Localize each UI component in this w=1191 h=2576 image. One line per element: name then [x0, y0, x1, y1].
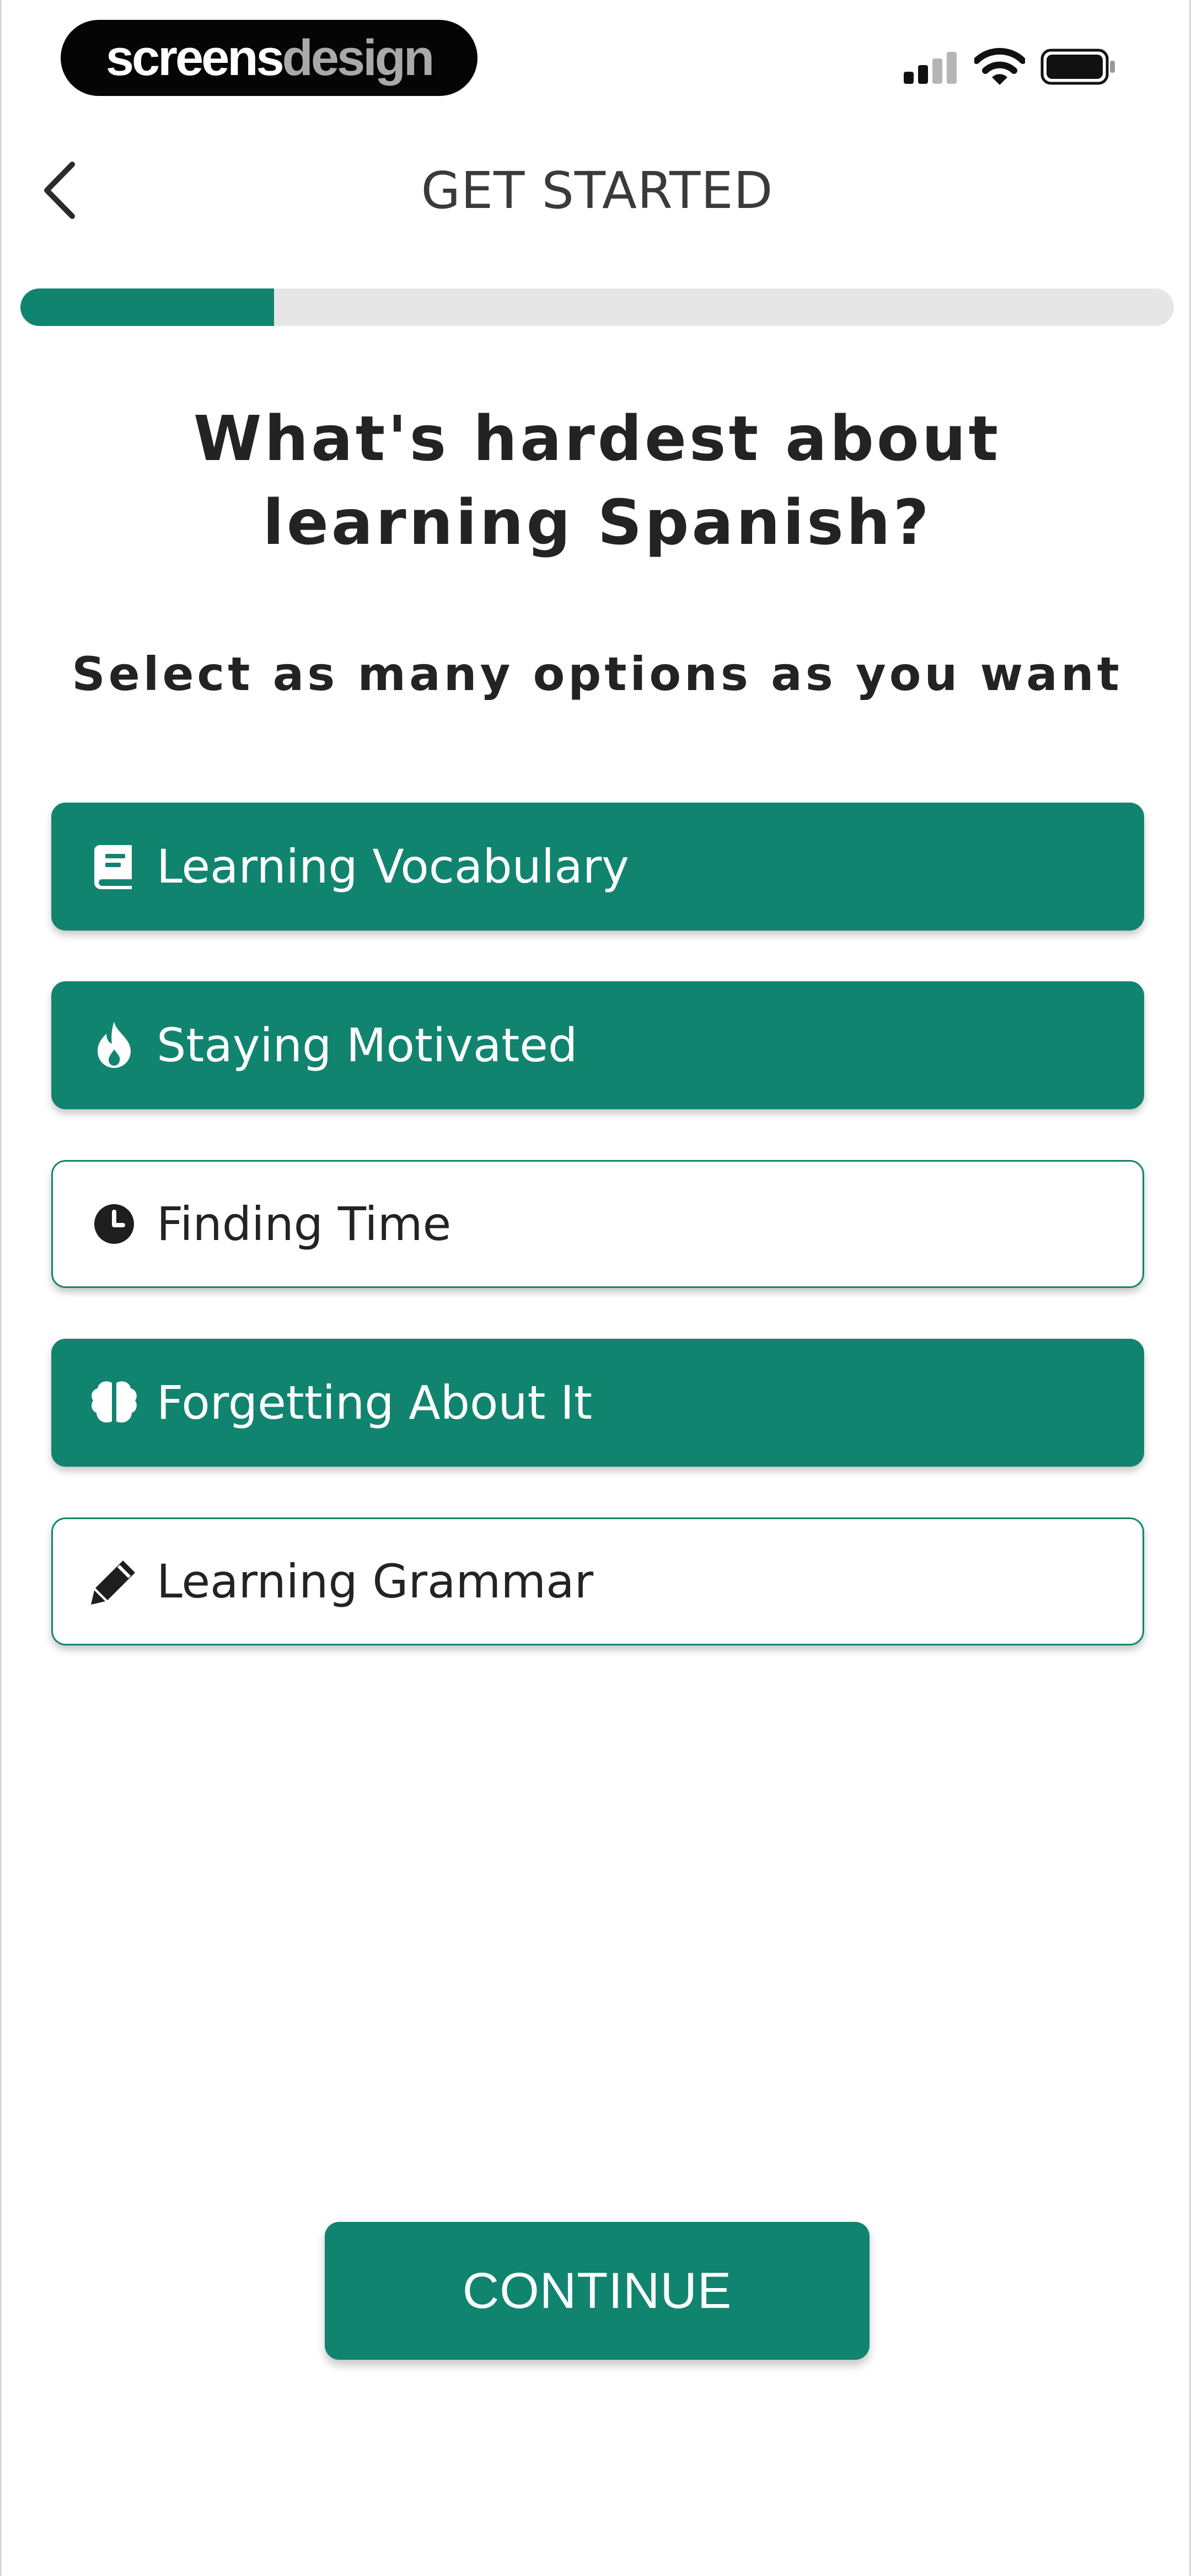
- option-staying-motivated[interactable]: Staying Motivated: [51, 981, 1144, 1109]
- wifi-icon: [974, 47, 1025, 85]
- status-bar: screens design: [2, 0, 1189, 121]
- brand-logo-part1: screens: [105, 30, 285, 86]
- chevron-left-icon: [44, 162, 75, 219]
- option-learning-vocabulary[interactable]: Learning Vocabulary: [51, 803, 1144, 931]
- brain-icon: [89, 1378, 139, 1428]
- question-subtitle: Select as many options as you want: [72, 647, 1123, 701]
- book-icon: [89, 842, 139, 891]
- option-label: Forgetting About It: [157, 1376, 593, 1430]
- option-forgetting-about-it[interactable]: Forgetting About It: [51, 1339, 1144, 1467]
- option-label: Staying Motivated: [157, 1018, 578, 1072]
- progress-bar-fill: [20, 288, 275, 326]
- pencil-icon: [89, 1557, 139, 1606]
- progress-bar: [20, 288, 1174, 326]
- question-title: What's hardest about learning Spanish?: [193, 403, 1001, 559]
- continue-button[interactable]: CONTINUE: [325, 2222, 870, 2360]
- option-label: Learning Grammar: [157, 1554, 594, 1608]
- brand-logo: screens design: [61, 20, 478, 96]
- page-title: GET STARTED: [421, 161, 774, 220]
- option-learning-grammar[interactable]: Learning Grammar: [51, 1517, 1144, 1645]
- cellular-signal-icon: [904, 52, 957, 84]
- onboarding-screen: screensdesign GET STARTED What's hardes: [0, 0, 1191, 2576]
- clock-icon: [89, 1199, 139, 1249]
- battery-icon: [1040, 49, 1115, 85]
- back-button[interactable]: [29, 160, 90, 221]
- brand-logo-part2: design: [282, 30, 434, 86]
- flame-icon: [89, 1020, 139, 1070]
- option-label: Learning Vocabulary: [157, 840, 629, 894]
- option-label: Finding Time: [157, 1197, 452, 1251]
- option-finding-time[interactable]: Finding Time: [51, 1160, 1144, 1288]
